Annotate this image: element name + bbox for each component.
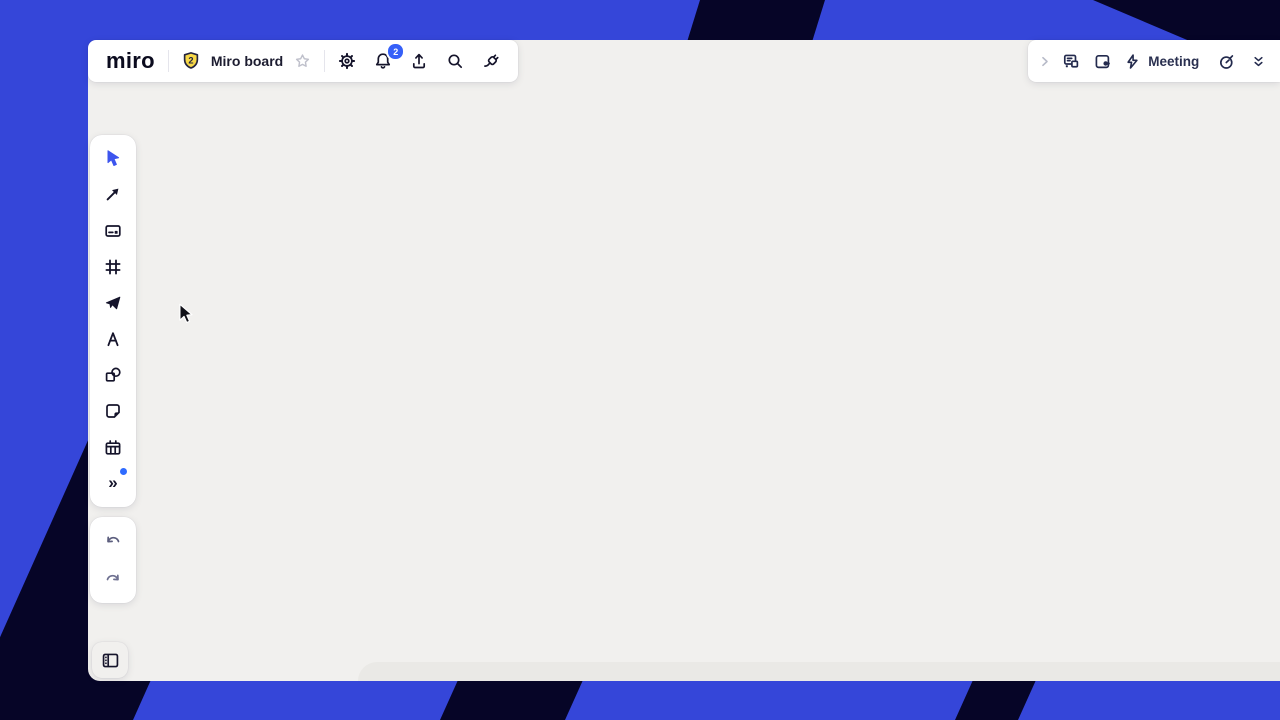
undo-icon: [103, 531, 123, 551]
settings-button[interactable]: [333, 47, 361, 75]
timer-icon: [1216, 51, 1237, 72]
shapes-tool[interactable]: [96, 358, 130, 392]
send-plane-tool[interactable]: [96, 286, 130, 320]
select-cursor-icon: [103, 148, 123, 168]
upload-icon: [409, 51, 429, 71]
redo-button[interactable]: [99, 565, 127, 593]
plug-icon: [481, 51, 501, 71]
connector-tool[interactable]: [96, 177, 130, 211]
frame-tool[interactable]: [96, 250, 130, 284]
board-title[interactable]: Miro board: [211, 53, 283, 69]
more-tools-chevrons: »: [108, 474, 117, 491]
expand-tools-button[interactable]: [1036, 47, 1055, 75]
history-panel: [90, 517, 136, 603]
timer-button[interactable]: [1213, 47, 1239, 75]
star-icon: [293, 52, 312, 71]
shield-badge-number: 2: [188, 55, 193, 65]
card-icon: [103, 221, 123, 241]
header-toolbar: miro 2 Miro board 2: [88, 40, 518, 82]
collapse-chevrons-icon: [1251, 54, 1266, 69]
shield-badge-icon: 2: [180, 50, 202, 72]
present-screen-icon: [1061, 51, 1082, 72]
notification-badge: 2: [386, 42, 405, 61]
search-button[interactable]: [441, 47, 469, 75]
more-tools-button[interactable]: »: [96, 467, 130, 501]
export-button[interactable]: [405, 47, 433, 75]
power-ups-button[interactable]: [477, 47, 505, 75]
sticky-note-tool[interactable]: [96, 394, 130, 428]
paper-plane-icon: [103, 293, 123, 313]
favorite-star-button[interactable]: [290, 47, 314, 75]
facilitation-toolbar: Meeting: [1028, 40, 1280, 82]
frame-icon: [103, 257, 123, 277]
record-button[interactable]: [1089, 47, 1115, 75]
canvas-bottom-surface: [358, 662, 1280, 681]
select-tool[interactable]: [96, 141, 130, 175]
board-canvas[interactable]: [88, 40, 1280, 681]
sidebar-toggle-button[interactable]: [92, 642, 128, 678]
undo-button[interactable]: [99, 527, 127, 555]
lightning-icon: [1123, 52, 1142, 71]
miro-logo[interactable]: miro: [106, 48, 155, 74]
notifications-button[interactable]: 2: [369, 47, 397, 75]
meeting-label: Meeting: [1148, 54, 1199, 69]
text-a-icon: [103, 329, 123, 349]
table-tool[interactable]: [96, 431, 130, 465]
more-tools-notification-dot: [120, 468, 127, 475]
collapse-toolbar-button[interactable]: [1248, 47, 1271, 75]
record-frame-icon: [1092, 51, 1113, 72]
card-tool[interactable]: [96, 214, 130, 248]
creation-toolbar: »: [90, 135, 136, 507]
search-icon: [445, 51, 465, 71]
redo-icon: [103, 569, 123, 589]
shapes-icon: [103, 365, 123, 385]
sticky-note-icon: [103, 401, 123, 421]
divider: [168, 50, 169, 72]
gear-icon: [337, 51, 357, 71]
sidebar-layout-icon: [100, 650, 121, 671]
meeting-button[interactable]: Meeting: [1119, 52, 1203, 71]
table-icon: [103, 438, 123, 458]
chevron-right-icon: [1038, 54, 1053, 69]
divider: [324, 50, 325, 72]
present-button[interactable]: [1059, 47, 1085, 75]
text-tool[interactable]: [96, 322, 130, 356]
arrow-icon: [103, 184, 123, 204]
